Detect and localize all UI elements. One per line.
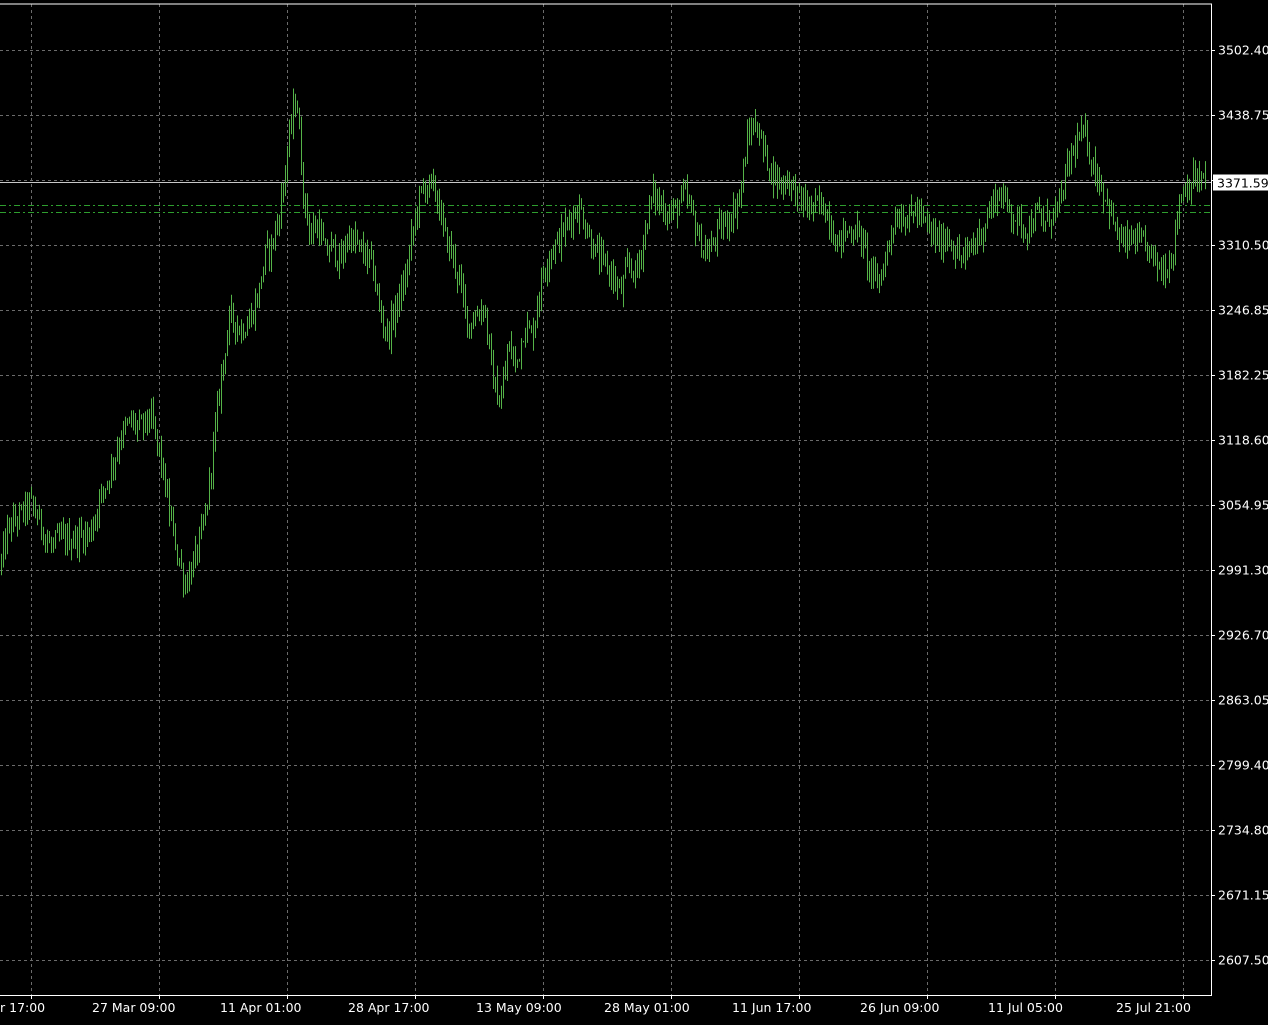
y-tick-label: 3502.40 (1218, 43, 1268, 58)
current-price-label: 3371.59 (1217, 176, 1268, 191)
current-price-marker: 3371.59 (1213, 174, 1268, 191)
y-tick-label: 2926.70 (1218, 628, 1268, 643)
y-tick-label: 3182.25 (1218, 368, 1268, 383)
y-tick-label: 2863.05 (1218, 693, 1268, 708)
x-tick-label: 11 Jun 17:00 (732, 1000, 811, 1015)
y-tick-label: 2607.50 (1218, 953, 1268, 968)
x-tick-label: 13 May 09:00 (476, 1000, 562, 1015)
x-tick-label: 28 Apr 17:00 (348, 1000, 430, 1015)
price-chart-svg[interactable]: 3502.403438.753374.503310.503246.853182.… (0, 0, 1268, 1021)
y-tick-label: 3054.95 (1218, 498, 1268, 513)
x-tick-label: 26 Jun 09:00 (860, 1000, 939, 1015)
y-tick-label: 3118.60 (1218, 433, 1268, 448)
y-tick-label: 3310.50 (1218, 238, 1268, 253)
y-tick-label: 2991.30 (1218, 563, 1268, 578)
x-tick-label: 11 Apr 01:00 (220, 1000, 302, 1015)
y-tick-label: 3438.75 (1218, 108, 1268, 123)
x-tick-label: 27 Mar 09:00 (92, 1000, 176, 1015)
x-tick-label: 11 Jul 05:00 (988, 1000, 1063, 1015)
y-tick-label: 2734.80 (1218, 823, 1268, 838)
y-tick-label: 2671.15 (1218, 888, 1268, 903)
x-tick-label-partial: r 17:00 (0, 1000, 45, 1015)
y-tick-label: 3246.85 (1218, 303, 1268, 318)
price-chart[interactable]: 3502.403438.753374.503310.503246.853182.… (0, 0, 1268, 1021)
x-tick-label: 28 May 01:00 (604, 1000, 690, 1015)
y-tick-label: 2799.40 (1218, 758, 1268, 773)
x-tick-label: 25 Jul 21:00 (1116, 1000, 1191, 1015)
